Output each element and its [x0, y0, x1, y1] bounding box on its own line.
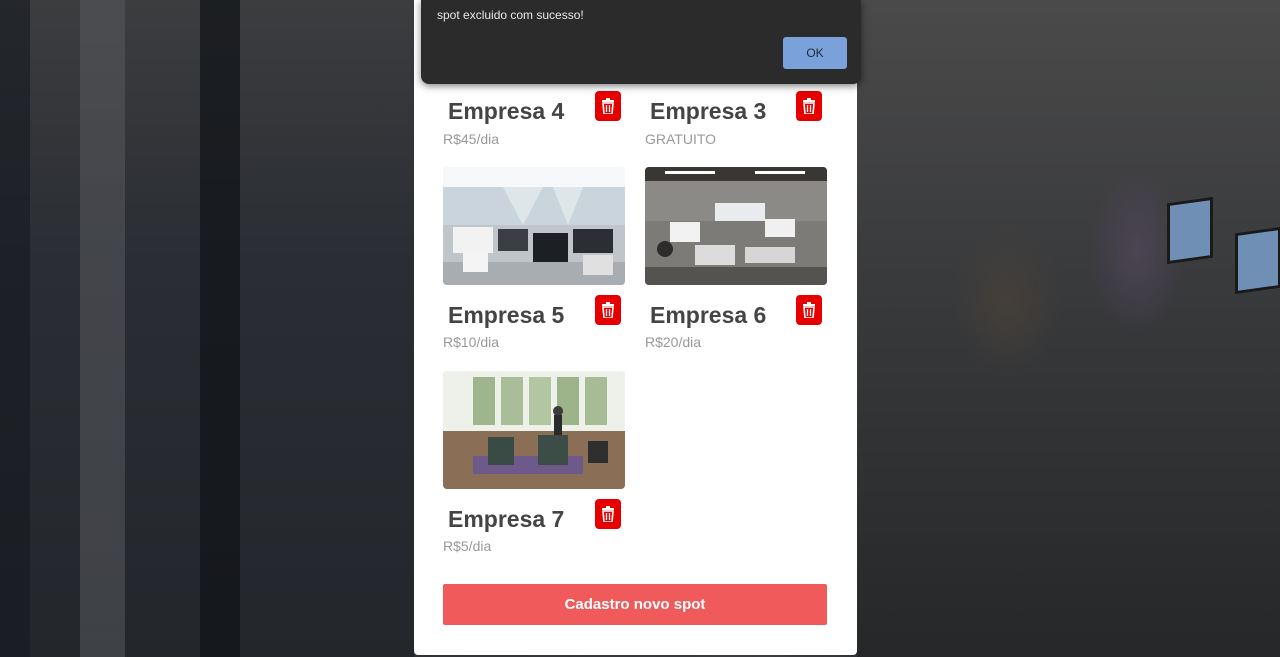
spot-photo[interactable]	[443, 371, 625, 489]
spot-name: Empresa 4	[448, 98, 565, 124]
delete-spot-button[interactable]	[595, 295, 621, 325]
ok-button[interactable]: OK	[783, 37, 847, 69]
delete-spot-button[interactable]	[595, 91, 621, 121]
add-spot-button[interactable]: Cadastro novo spot	[443, 584, 827, 625]
spot-item: Empresa 5 R$10/dia	[443, 167, 627, 350]
spot-name: Empresa 6	[650, 302, 767, 328]
trash-icon	[602, 302, 614, 318]
spot-name: Empresa 5	[448, 302, 565, 328]
background-laptop-screen	[1235, 226, 1280, 295]
alert-message: spot excluido com sucesso!	[437, 8, 584, 22]
spot-item: Empresa 6 R$20/dia	[645, 167, 829, 350]
background-right-office	[857, 0, 1280, 657]
alert-dialog: spot excluido com sucesso! OK	[421, 0, 861, 84]
spot-price: R$45/dia	[443, 131, 500, 147]
spots-card: Empresa 4 R$45/dia Empresa 3 GRATUITO Em…	[414, 0, 857, 655]
background-left-corridor	[0, 0, 414, 657]
spot-price: GRATUITO	[645, 131, 717, 147]
spot-price: R$5/dia	[443, 538, 492, 554]
trash-icon	[803, 98, 815, 114]
spot-photo[interactable]	[645, 167, 827, 285]
spot-photo[interactable]	[443, 167, 625, 285]
trash-icon	[602, 98, 614, 114]
trash-icon	[803, 302, 815, 318]
delete-spot-button[interactable]	[595, 499, 621, 529]
background-laptop-screen	[1167, 196, 1213, 265]
delete-spot-button[interactable]	[796, 295, 822, 325]
trash-icon	[602, 506, 614, 522]
spot-price: R$20/dia	[645, 334, 702, 350]
spot-name: Empresa 3	[650, 98, 767, 124]
spot-name: Empresa 7	[448, 506, 565, 532]
spot-item: Empresa 7 R$5/dia	[443, 371, 627, 554]
delete-spot-button[interactable]	[796, 91, 822, 121]
spot-price: R$10/dia	[443, 334, 500, 350]
